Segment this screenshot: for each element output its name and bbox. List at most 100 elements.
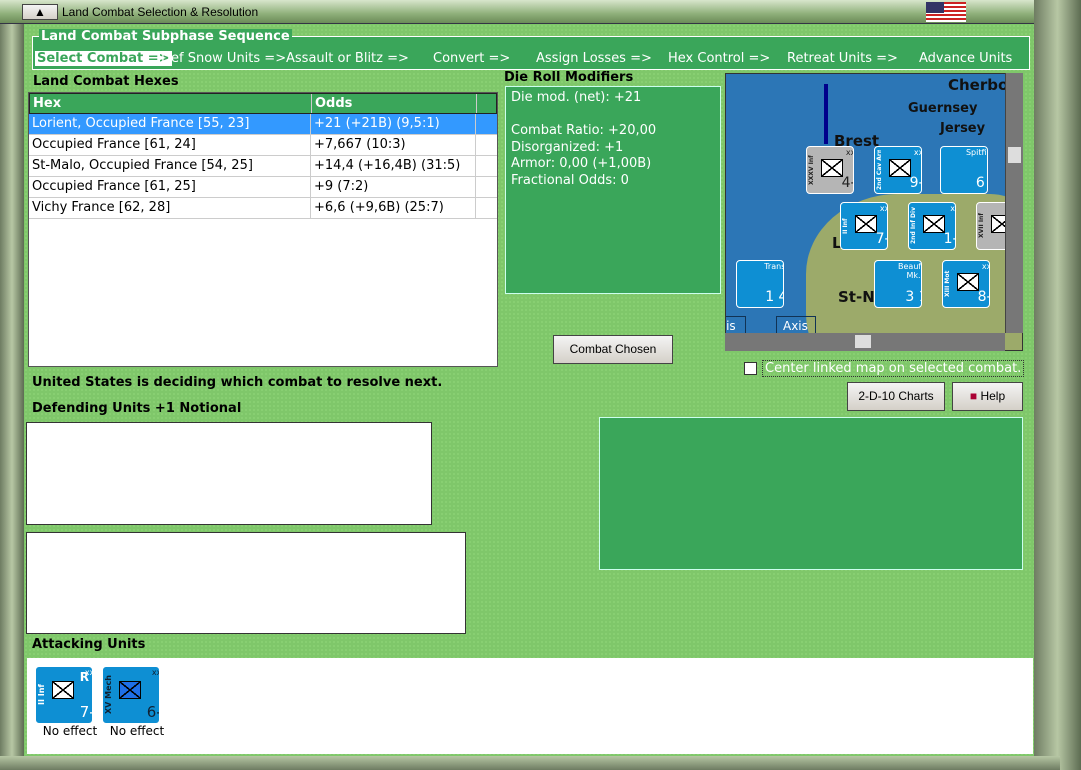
cell-odds: +9 (7:2) bbox=[311, 177, 476, 197]
help-label: Help bbox=[980, 389, 1006, 403]
unit-strength: 8-5 bbox=[977, 289, 989, 305]
scroll-thumb[interactable] bbox=[855, 335, 871, 348]
unit-name: XVII Inf bbox=[978, 213, 985, 239]
die-roll-modifiers: Die mod. (net): +21 Combat Ratio: +20,00 D… bbox=[505, 86, 721, 294]
unit-strength: 6-6 bbox=[146, 703, 159, 721]
cell-odds: +14,4 (+16,4B) (31:5) bbox=[311, 156, 476, 176]
window-title: Land Combat Selection & Resolution bbox=[62, 5, 259, 19]
center-linked-option[interactable]: Center linked map on selected combat. bbox=[744, 360, 1025, 377]
combat-result: No effect bbox=[42, 724, 98, 738]
us-flag-icon bbox=[926, 2, 966, 22]
defending-notional-box bbox=[26, 532, 466, 634]
unit-strength: 4-4 bbox=[841, 175, 853, 191]
help-book-icon: ■ bbox=[969, 389, 978, 403]
unit-name: II Inf bbox=[38, 684, 46, 706]
unit-counter[interactable]: Spitfire VB 6 5 bbox=[940, 146, 988, 194]
modifier-line: Fractional Odds: 0 bbox=[511, 172, 629, 188]
frame-right bbox=[1034, 0, 1081, 770]
unit-type-icon bbox=[52, 681, 74, 699]
results-panel bbox=[599, 417, 1023, 570]
step-hex-control: Hex Control => bbox=[668, 51, 771, 66]
step-retreat: Retreat Units => bbox=[787, 51, 898, 66]
place-label: St-N bbox=[838, 288, 875, 306]
frame-bottom bbox=[0, 756, 1060, 770]
unit-name: Spitfire VB bbox=[965, 148, 987, 157]
unit-strength: 9-5 bbox=[909, 175, 921, 191]
unit-strength: 7-3 bbox=[875, 231, 887, 247]
step-advance: Advance Units bbox=[919, 51, 1013, 66]
map-vertical-scrollbar[interactable] bbox=[1005, 73, 1023, 333]
cell-hex: Occupied France [61, 25] bbox=[29, 177, 311, 197]
center-linked-checkbox[interactable] bbox=[744, 362, 757, 375]
center-linked-label[interactable]: Center linked map on selected combat. bbox=[762, 360, 1025, 377]
table-row[interactable]: Occupied France [61, 25] +9 (7:2) bbox=[29, 177, 497, 198]
unit-name: 2nd Inf Div bbox=[910, 207, 917, 245]
modifier-line: Disorganized: +1 bbox=[511, 139, 624, 155]
place-label: Guernsey bbox=[908, 101, 978, 116]
combat-chosen-button[interactable]: Combat Chosen bbox=[553, 335, 673, 364]
modifier-line: Combat Ratio: +20,00 bbox=[511, 123, 657, 138]
map-border-line bbox=[824, 84, 828, 144]
hexes-label: Land Combat Hexes bbox=[33, 74, 179, 89]
subphase-sequence: Land Combat Subphase Sequence Select Com… bbox=[32, 29, 1030, 70]
unit-strength: 7-3 bbox=[79, 703, 92, 721]
unit-counter[interactable]: XIII Mot xxx 8-5 bbox=[942, 260, 990, 308]
linked-map[interactable]: Cherbou Guernsey Jersey Brest L St-N XXX… bbox=[725, 73, 1023, 351]
unit-name: 2nd Cav Arm bbox=[876, 150, 883, 190]
table-row[interactable]: Occupied France [61, 24] +7,667 (10:3) bbox=[29, 135, 497, 156]
title-bar: ▲ Land Combat Selection & Resolution bbox=[0, 0, 1060, 24]
unit-strength: 3 10 bbox=[905, 289, 921, 305]
collapse-button[interactable]: ▲ bbox=[22, 4, 58, 20]
cell-hex: Vichy France [62, 28] bbox=[29, 198, 311, 218]
unit-strength: 6 5 bbox=[975, 175, 987, 191]
unit-counter[interactable]: Beaufighter Mk. VIF 3 10 bbox=[874, 260, 922, 308]
cell-odds: +21 (+21B) (9,5:1) bbox=[311, 114, 476, 134]
col-hex[interactable]: Hex bbox=[30, 94, 312, 113]
unit-name: Transport bbox=[764, 262, 783, 271]
unit-size: xx bbox=[950, 204, 955, 213]
table-row[interactable]: Lorient, Occupied France [55, 23] +21 (+2… bbox=[29, 114, 497, 135]
help-button[interactable]: ■ Help bbox=[952, 382, 1023, 411]
table-row[interactable]: Vichy France [62, 28] +6,6 (+9,6B) (25:7) bbox=[29, 198, 497, 219]
unit-counter[interactable]: Transport 1 4 0 bbox=[736, 260, 784, 308]
unit-strength: 1 4 0 bbox=[765, 289, 783, 305]
unit-size: xxx bbox=[845, 148, 853, 157]
step-convert: Convert => bbox=[433, 51, 511, 66]
status-text: United States is deciding which combat t… bbox=[32, 375, 443, 390]
unit-size: xxx bbox=[151, 668, 159, 677]
unit-counter[interactable]: XXXV Inf xxx 4-4 bbox=[806, 146, 854, 194]
step-def-snow: Def Snow Units => bbox=[161, 51, 287, 66]
table-row[interactable]: St-Malo, Occupied France [54, 25] +14,4 (… bbox=[29, 156, 497, 177]
defending-units-box bbox=[26, 422, 432, 525]
scroll-thumb[interactable] bbox=[1008, 147, 1021, 163]
cell-hex: St-Malo, Occupied France [54, 25] bbox=[29, 156, 311, 176]
step-assign-losses: Assign Losses => bbox=[536, 51, 652, 66]
combat-hexes-table: Hex Odds Lorient, Occupied France [55, 23… bbox=[28, 92, 498, 367]
unit-name: XV Mech bbox=[105, 675, 113, 715]
defending-label: Defending Units +1 Notional bbox=[32, 401, 242, 416]
combat-result: No effect bbox=[109, 724, 165, 738]
attacking-unit[interactable]: XV Mech xxx 6-6 No effect bbox=[102, 666, 172, 738]
attacking-unit[interactable]: II InfxxxR7-3No effect bbox=[35, 666, 105, 738]
unit-name: II Inf bbox=[842, 218, 849, 234]
sequence-title: Land Combat Subphase Sequence bbox=[39, 29, 292, 44]
unit-type-icon bbox=[119, 681, 141, 699]
frame-left bbox=[0, 24, 24, 770]
cell-odds: +7,667 (10:3) bbox=[311, 135, 476, 155]
unit-counter[interactable]: 2nd Inf Div xx 1-4 bbox=[908, 202, 956, 250]
cell-odds: +6,6 (+9,6B) (25:7) bbox=[311, 198, 476, 218]
cell-hex: Occupied France [61, 24] bbox=[29, 135, 311, 155]
unit-counter[interactable]: 2nd Cav Arm xxx 9-5 bbox=[874, 146, 922, 194]
step-select-combat: Select Combat => bbox=[35, 51, 172, 66]
charts-button[interactable]: 2-D-10 Charts bbox=[847, 382, 945, 411]
unit-flag: R bbox=[79, 670, 89, 684]
col-odds[interactable]: Odds bbox=[312, 94, 477, 113]
unit-name: XIII Mot bbox=[944, 270, 951, 298]
attacking-label: Attacking Units bbox=[32, 637, 146, 652]
modifier-line bbox=[511, 107, 715, 124]
place-label: Jersey bbox=[940, 121, 986, 136]
modifiers-label: Die Roll Modifiers bbox=[504, 70, 634, 85]
table-header: Hex Odds bbox=[29, 93, 497, 114]
unit-counter[interactable]: II Inf xxx 7-3 bbox=[840, 202, 888, 250]
map-horizontal-scrollbar[interactable] bbox=[725, 333, 1005, 351]
